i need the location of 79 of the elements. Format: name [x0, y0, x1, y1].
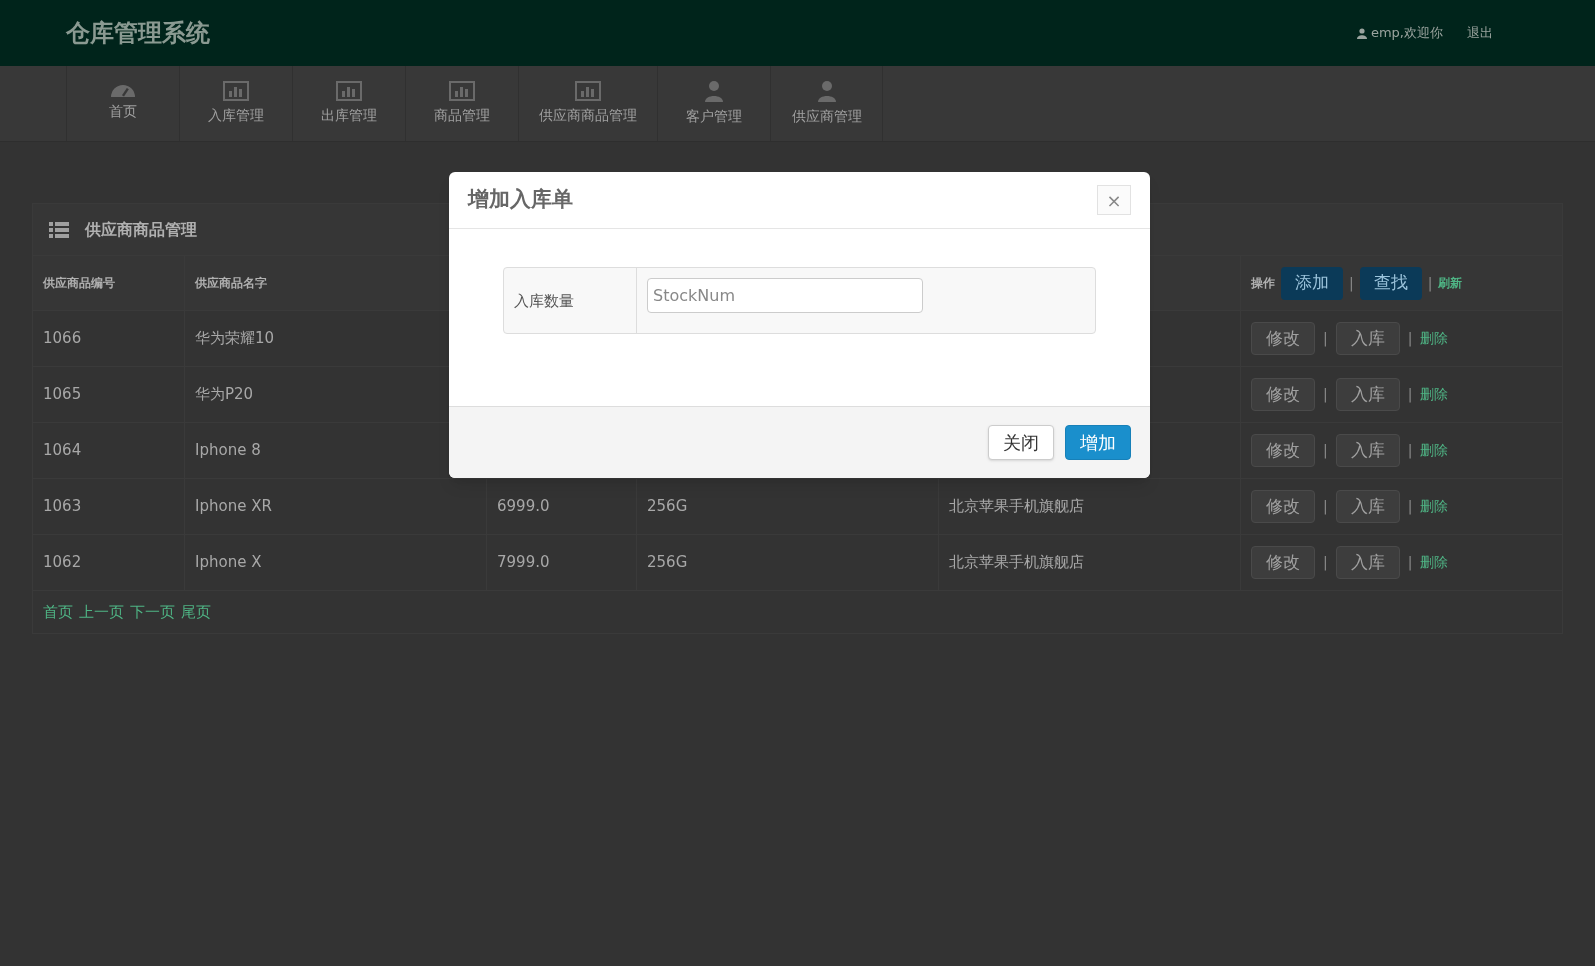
delete-link[interactable]: 删除 [1420, 384, 1449, 405]
separator: | [1323, 497, 1328, 517]
separator: | [1407, 497, 1413, 517]
table-cell-text: 华为荣耀10 [195, 328, 275, 350]
nav-item[interactable]: 商品管理 [405, 66, 518, 141]
bar-chart-icon [575, 81, 601, 101]
edit-button[interactable]: 修改 [1251, 546, 1315, 579]
pagination-link[interactable]: 尾页 [181, 600, 211, 624]
separator: | [1323, 329, 1328, 349]
separator: | [1407, 329, 1413, 349]
table-cell-text: 北京苹果手机旗舰店 [949, 496, 1084, 518]
table-cell-text: 华为P20 [195, 384, 254, 406]
nav-item[interactable]: 客户管理 [657, 66, 770, 141]
close-button[interactable]: × [1097, 185, 1131, 215]
column-header: 供应商品编号 [43, 275, 115, 292]
search-button[interactable]: 查找 [1359, 266, 1422, 300]
user-greeting: emp,欢迎你 [1356, 23, 1443, 43]
close-button[interactable]: 关闭 [988, 425, 1054, 460]
table-cell-text: 1066 [43, 328, 82, 350]
nav-item[interactable]: 供应商管理 [770, 66, 883, 141]
separator: | [1349, 273, 1354, 294]
table-cell-text: 1062 [43, 552, 82, 574]
edit-button[interactable]: 修改 [1251, 322, 1315, 355]
pagination-link[interactable]: 首页 [43, 600, 73, 624]
stock-quantity-input[interactable]: StockNum [647, 278, 923, 313]
delete-link[interactable]: 删除 [1420, 552, 1449, 573]
user-icon [1356, 27, 1367, 39]
table-cell-text: 1063 [43, 496, 82, 518]
table-cell-text: 1064 [43, 440, 82, 462]
field-label: 入库数量 [514, 291, 574, 313]
separator: | [1407, 385, 1413, 405]
separator: | [1323, 385, 1328, 405]
bar-chart-icon [449, 81, 475, 101]
table-cell-text: Iphone X [195, 552, 262, 574]
bar-chart-icon [223, 81, 249, 101]
stock-in-button[interactable]: 入库 [1335, 434, 1400, 467]
gauge-icon [111, 85, 135, 97]
nav-item[interactable]: 出库管理 [292, 66, 405, 141]
panel-title: 供应商商品管理 [85, 218, 197, 241]
modal-title: 增加入库单 [468, 186, 573, 214]
table-cell-text: 7999.0 [497, 552, 550, 574]
column-header: 操作 [1251, 275, 1275, 292]
stock-in-button[interactable]: 入库 [1335, 378, 1400, 411]
stock-in-button[interactable]: 入库 [1335, 490, 1400, 523]
app-title: 仓库管理系统 [66, 18, 210, 49]
separator: | [1407, 553, 1413, 573]
table-cell-text: 1065 [43, 384, 82, 406]
separator: | [1323, 553, 1328, 573]
separator: | [1427, 273, 1433, 294]
nav-item[interactable]: 入库管理 [179, 66, 292, 141]
table-cell-text: Iphone 8 [195, 440, 261, 462]
add-button[interactable]: 增加 [1065, 425, 1131, 460]
delete-link[interactable]: 删除 [1420, 328, 1449, 349]
pagination-link[interactable]: 上一页 [79, 600, 124, 624]
add-button[interactable]: 添加 [1281, 266, 1343, 300]
edit-button[interactable]: 修改 [1251, 434, 1315, 467]
user-icon [704, 80, 724, 102]
nav-item[interactable]: 首页 [66, 66, 179, 141]
column-header: 供应商品名字 [195, 275, 267, 292]
refresh-link[interactable]: 刷新 [1438, 274, 1463, 292]
list-icon [49, 221, 69, 238]
table-cell-text: 256G [647, 496, 688, 518]
separator: | [1407, 441, 1413, 461]
edit-button[interactable]: 修改 [1251, 378, 1315, 411]
user-icon [816, 80, 837, 102]
bar-chart-icon [336, 81, 362, 101]
table-cell-text: 256G [647, 552, 688, 574]
stock-in-button[interactable]: 入库 [1335, 322, 1400, 355]
nav-item[interactable]: 供应商商品管理 [518, 66, 657, 141]
logout-link[interactable]: 退出 [1467, 23, 1493, 43]
delete-link[interactable]: 删除 [1420, 440, 1449, 461]
table-cell-text: Iphone XR [195, 496, 272, 518]
stock-in-button[interactable]: 入库 [1335, 546, 1400, 579]
table-cell-text: 6999.0 [497, 496, 550, 518]
separator: | [1323, 441, 1328, 461]
delete-link[interactable]: 删除 [1420, 496, 1449, 517]
edit-button[interactable]: 修改 [1251, 490, 1315, 523]
pagination-link[interactable]: 下一页 [130, 600, 175, 624]
table-cell-text: 北京苹果手机旗舰店 [949, 552, 1084, 574]
